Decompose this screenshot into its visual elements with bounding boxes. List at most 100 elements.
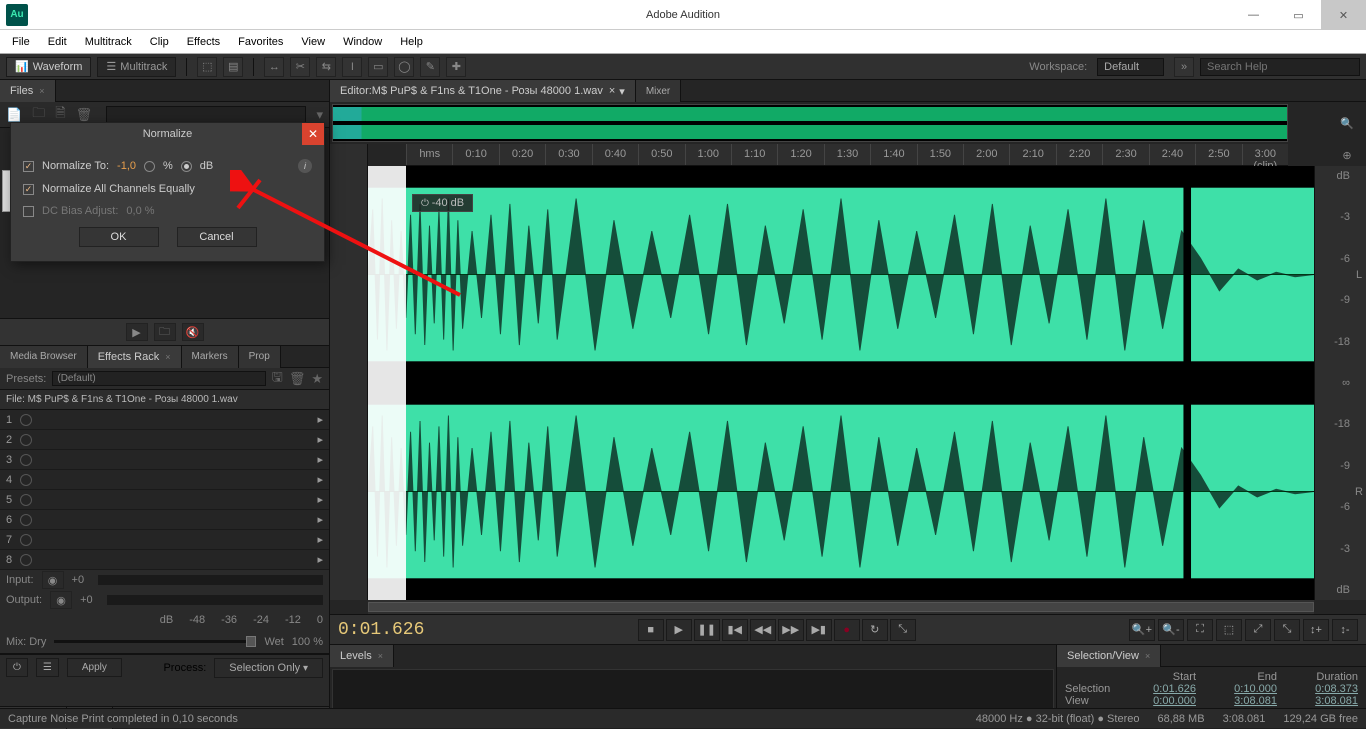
files-search-input[interactable] <box>106 106 306 124</box>
close-button[interactable]: ✕ <box>1321 0 1366 30</box>
rack-power-icon[interactable]: ⏻ <box>6 658 28 677</box>
output-knob-icon[interactable]: ◉ <box>50 591 72 609</box>
db-radio[interactable] <box>181 161 192 172</box>
power-icon[interactable] <box>20 514 32 526</box>
zoom-vert-out-icon[interactable]: ↕- <box>1332 619 1358 641</box>
pan-reset-icon[interactable]: ⊕ <box>1328 144 1366 166</box>
maximize-button[interactable]: ▭ <box>1276 0 1321 30</box>
fx-slot[interactable]: 6▸ <box>0 510 329 530</box>
dc-bias-checkbox[interactable] <box>23 206 34 217</box>
power-icon[interactable] <box>20 494 32 506</box>
fx-slot[interactable]: 8▸ <box>0 550 329 570</box>
menu-clip[interactable]: Clip <box>142 33 177 51</box>
markers-tab[interactable]: Markers <box>182 346 239 368</box>
horizontal-scrollbar[interactable] <box>368 600 1314 614</box>
apply-button[interactable]: Apply <box>67 658 122 677</box>
brush-icon[interactable]: ✎ <box>420 57 440 77</box>
zoom-out-point-icon[interactable]: ⤡ <box>1274 619 1300 641</box>
zoom-vert-in-icon[interactable]: ↕+ <box>1303 619 1329 641</box>
preset-save-icon[interactable]: 🖫 <box>272 368 283 390</box>
overview-navigator[interactable] <box>332 104 1288 142</box>
minimize-button[interactable]: — <box>1231 0 1276 30</box>
zoom-reset-icon[interactable]: 🔍 <box>1328 102 1366 144</box>
selection-end-value[interactable]: 0:10.000 <box>1216 683 1277 695</box>
multitrack-mode-button[interactable]: ☰Multitrack <box>97 57 176 77</box>
menu-edit[interactable]: Edit <box>40 33 75 51</box>
dialog-close-button[interactable]: ✕ <box>302 123 324 145</box>
loop-button[interactable]: ↻ <box>862 619 888 641</box>
power-icon[interactable] <box>20 554 32 566</box>
time-select-icon[interactable]: I <box>342 57 362 77</box>
process-mode-selector[interactable]: Selection Only ▾ <box>214 658 323 678</box>
fx-slot[interactable]: 1▸ <box>0 410 329 430</box>
cancel-button[interactable]: Cancel <box>177 227 257 247</box>
search-help-input[interactable] <box>1200 58 1360 76</box>
marquee-icon[interactable]: ▭ <box>368 57 388 77</box>
forward-button[interactable]: ▶▶ <box>778 619 804 641</box>
editor-tab[interactable]: Editor: M$ PuP$ & F1ns & T1One - Розы 48… <box>330 80 636 102</box>
selview-tab[interactable]: Selection/View× <box>1057 645 1161 667</box>
power-icon[interactable] <box>20 474 32 486</box>
ok-button[interactable]: OK <box>79 227 159 247</box>
razor-tool-icon[interactable]: ✂ <box>290 57 310 77</box>
input-gain-value[interactable]: +0 <box>72 574 85 586</box>
menu-help[interactable]: Help <box>392 33 431 51</box>
open-file-icon[interactable]: 📄 <box>6 107 22 123</box>
dialog-title-bar[interactable]: Normalize ✕ <box>11 123 324 145</box>
menu-favorites[interactable]: Favorites <box>230 33 291 51</box>
time-ruler[interactable]: hms 0:10 0:20 0:30 0:40 0:50 1:00 1:10 1… <box>406 144 1288 166</box>
zoom-full-icon[interactable]: ⛶ <box>1187 619 1213 641</box>
fx-slot[interactable]: 7▸ <box>0 530 329 550</box>
pause-button[interactable]: ❚❚ <box>694 619 720 641</box>
mix-percent-value[interactable]: 100 % <box>292 636 323 648</box>
zoom-in-point-icon[interactable]: ⤢ <box>1245 619 1271 641</box>
zoom-out-icon[interactable]: 🔍- <box>1158 619 1184 641</box>
spectral-toggle-icon[interactable]: ▤ <box>223 57 243 77</box>
amplitude-badge[interactable]: ⏻ -40 dB <box>412 194 473 212</box>
play-button[interactable]: ▶ <box>666 619 692 641</box>
power-icon[interactable] <box>20 414 32 426</box>
skip-selection-button[interactable]: ⤡ <box>890 619 916 641</box>
filter-icon[interactable]: ▾ <box>316 107 323 123</box>
fx-slot[interactable]: 4▸ <box>0 470 329 490</box>
record-button[interactable]: ● <box>834 619 860 641</box>
move-tool-icon[interactable]: ↔ <box>264 57 284 77</box>
normalize-to-checkbox[interactable] <box>23 161 34 172</box>
zoom-sel-icon[interactable]: ⬚ <box>1216 619 1242 641</box>
output-gain-value[interactable]: +0 <box>80 594 93 606</box>
properties-tab[interactable]: Prop <box>239 346 281 368</box>
preview-autoplay-icon[interactable]: 🔇 <box>182 323 204 341</box>
fx-slot[interactable]: 2▸ <box>0 430 329 450</box>
workspace-selector[interactable]: Default <box>1097 58 1164 76</box>
delete-icon[interactable]: 🗑 <box>76 107 93 123</box>
mix-slider[interactable] <box>54 640 256 643</box>
go-end-button[interactable]: ▶▮ <box>806 619 832 641</box>
lasso-icon[interactable]: ◯ <box>394 57 414 77</box>
all-channels-checkbox[interactable] <box>23 184 34 195</box>
heal-icon[interactable]: ✚ <box>446 57 466 77</box>
menu-effects[interactable]: Effects <box>179 33 228 51</box>
view-end-value[interactable]: 3:08.081 <box>1216 695 1277 707</box>
fx-slot[interactable]: 3▸ <box>0 450 329 470</box>
mixer-tab[interactable]: Mixer <box>636 80 681 102</box>
menu-multitrack[interactable]: Multitrack <box>77 33 140 51</box>
power-icon[interactable] <box>20 454 32 466</box>
preset-delete-icon[interactable]: 🗑 <box>289 371 306 387</box>
percent-radio[interactable] <box>144 161 155 172</box>
media-browser-tab[interactable]: Media Browser <box>0 346 88 368</box>
waveform-mode-button[interactable]: 📊Waveform <box>6 57 91 77</box>
preview-play-icon[interactable]: ▶ <box>126 323 148 341</box>
info-icon[interactable]: i <box>298 159 312 173</box>
input-knob-icon[interactable]: ◉ <box>42 571 64 589</box>
selection-duration-value[interactable]: 0:08.373 <box>1297 683 1358 695</box>
preset-fav-icon[interactable]: ★ <box>311 371 323 387</box>
selection-start-value[interactable]: 0:01.626 <box>1135 683 1196 695</box>
slip-tool-icon[interactable]: ⇆ <box>316 57 336 77</box>
workspace-menu-icon[interactable]: » <box>1174 57 1194 77</box>
menu-window[interactable]: Window <box>335 33 390 51</box>
levels-tab[interactable]: Levels× <box>330 645 394 667</box>
presets-selector[interactable]: (Default) <box>52 371 265 386</box>
fx-slot[interactable]: 5▸ <box>0 490 329 510</box>
rewind-button[interactable]: ◀◀ <box>750 619 776 641</box>
effects-rack-tab[interactable]: Effects Rack× <box>88 346 182 368</box>
